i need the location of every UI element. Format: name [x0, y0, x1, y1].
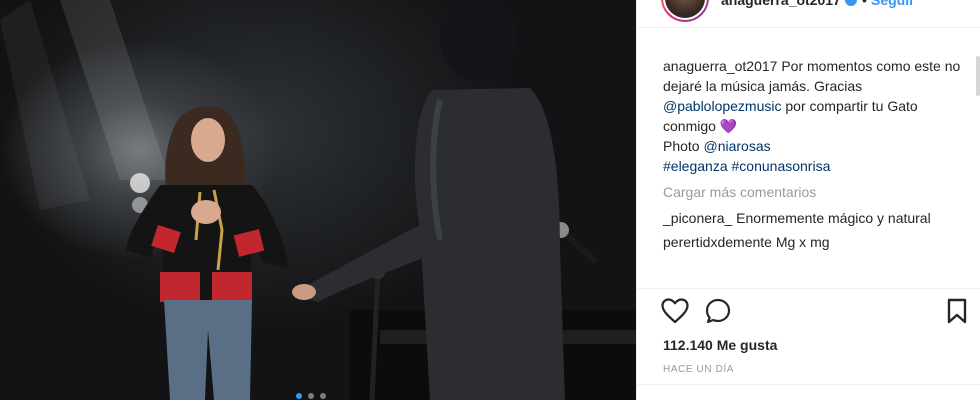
post-side-panel: anaguerra_ot2017 • Seguir anaguerra_ot20…	[636, 0, 980, 400]
likes-count[interactable]: 112.140 Me gusta	[663, 337, 777, 353]
comment-text: Enormemente mágico y natural	[732, 210, 931, 226]
mention-link[interactable]: @pablolopezmusic	[663, 98, 782, 114]
divider	[637, 288, 980, 289]
action-bar	[661, 296, 967, 329]
comment-username[interactable]: perertidxdemente	[663, 234, 772, 250]
comment-username[interactable]: _piconera_	[663, 210, 732, 226]
purple-heart-emoji: 💜	[719, 118, 738, 134]
carousel-dot	[320, 393, 326, 399]
header-username[interactable]: anaguerra_ot2017	[721, 0, 841, 8]
mention-link[interactable]: @niarosas	[703, 138, 770, 154]
concert-illustration	[0, 0, 636, 400]
caption-photo-credit: Photo	[663, 138, 704, 154]
post-header: anaguerra_ot2017 • Seguir	[637, 0, 980, 28]
heart-icon[interactable]	[661, 298, 689, 329]
hashtag-link[interactable]: #conunasonrisa	[732, 158, 831, 174]
comments-scrollbar[interactable]	[976, 56, 980, 96]
verified-badge-icon	[845, 0, 857, 6]
hashtag-link[interactable]: #eleganza	[663, 158, 728, 174]
caption: anaguerra_ot2017 Por momentos como este …	[663, 56, 963, 176]
comment-text: Mg x mg	[771, 234, 830, 250]
load-more-comments-button[interactable]: Cargar más comentarios	[663, 182, 963, 202]
post-timestamp[interactable]: HACE UN DÍA	[663, 364, 734, 375]
comments-list: anaguerra_ot2017 Por momentos como este …	[663, 56, 963, 252]
follow-button[interactable]: Seguir	[871, 0, 915, 8]
comment-item: _piconera_ Enormemente mágico y natural	[663, 208, 963, 228]
caption-username[interactable]: anaguerra_ot2017	[663, 58, 777, 74]
carousel-dot	[308, 393, 314, 399]
header-separator: •	[862, 0, 867, 8]
comment-icon[interactable]	[705, 298, 731, 329]
carousel-dot-active	[296, 393, 302, 399]
carousel-indicator	[296, 393, 326, 399]
bookmark-icon[interactable]	[947, 298, 967, 329]
avatar[interactable]	[661, 0, 709, 22]
divider	[637, 384, 980, 385]
post-photo[interactable]	[0, 0, 636, 400]
comment-item: perertidxdemente Mg x mg	[663, 232, 963, 252]
